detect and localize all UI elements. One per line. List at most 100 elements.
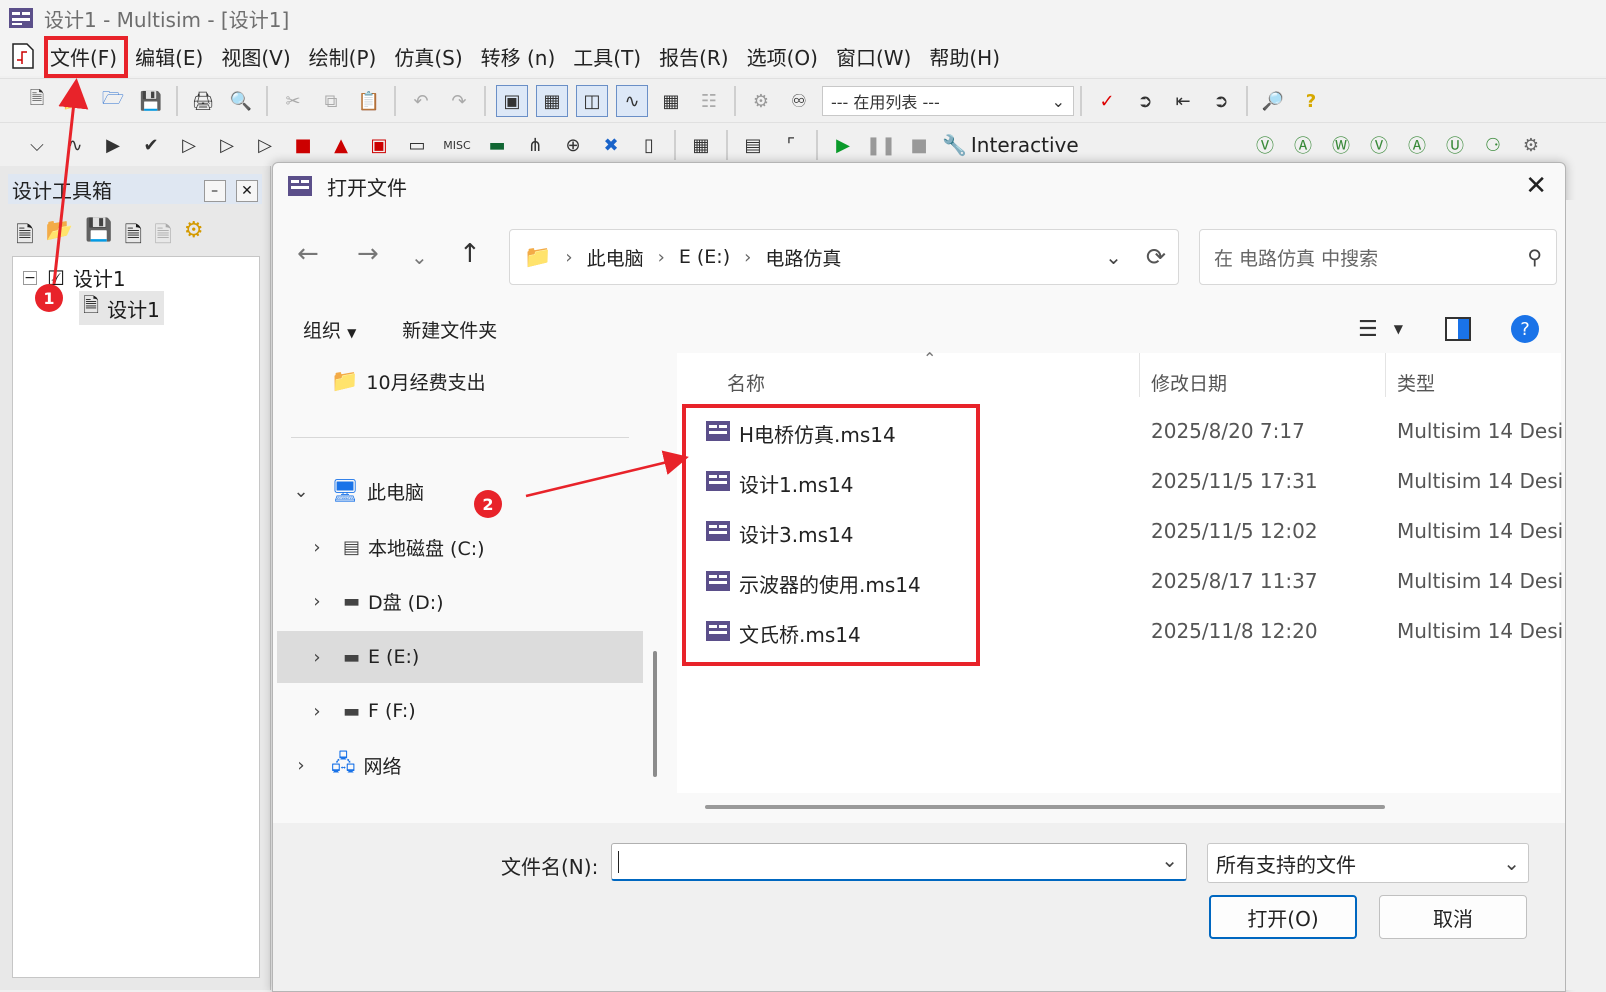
probe-power-icon[interactable]: Ⓦ — [1326, 130, 1356, 160]
project-settings-icon[interactable]: ⚙ — [184, 218, 204, 256]
filename-input[interactable]: ⌄ — [611, 843, 1187, 881]
breadcrumb-current-folder[interactable]: 电路仿真 — [765, 244, 841, 271]
rf-antenna-icon[interactable]: ⋔ — [520, 130, 550, 160]
menu-help[interactable]: 帮助(H) — [929, 42, 1000, 71]
new-folder-button[interactable]: 新建文件夹 — [402, 316, 497, 343]
grapher-icon[interactable]: ∿ — [616, 85, 648, 117]
help-question-icon[interactable]: ? — [1296, 86, 1326, 116]
breadcrumb-this-pc[interactable]: 此电脑 — [587, 244, 644, 271]
menu-tools[interactable]: 工具(T) — [573, 42, 641, 71]
find-examples-icon[interactable]: 🔎 — [1258, 86, 1288, 116]
collapsed-chevron-icon[interactable]: › — [307, 591, 327, 612]
close-icon[interactable]: ✕ — [1525, 171, 1547, 201]
copy-icon[interactable]: ⧉ — [316, 86, 346, 116]
interactive-mode-button[interactable]: 🔧 Interactive — [942, 133, 1079, 157]
close-icon[interactable]: ✕ — [236, 180, 258, 202]
ni-component-icon[interactable]: ✖ — [596, 130, 626, 160]
mixed-icon[interactable]: ▲ — [326, 130, 356, 160]
file-list-horizontal-scrollbar[interactable] — [705, 805, 1385, 809]
view-options-icon[interactable]: ☰ — [1358, 317, 1378, 342]
refresh-icon[interactable]: ⟳ — [1146, 243, 1166, 271]
probe-differential-icon[interactable]: Ⓥ — [1364, 130, 1394, 160]
transfer-to-ultiboard-icon[interactable]: ➲ — [1130, 86, 1160, 116]
menu-reports[interactable]: 报告(R) — [659, 42, 729, 71]
bus-icon[interactable]: ▤ — [738, 130, 768, 160]
undo-icon[interactable]: ↶ — [406, 86, 436, 116]
menu-options[interactable]: 选项(O) — [747, 42, 818, 71]
source-icon[interactable]: ⌵ — [22, 130, 52, 160]
organize-button[interactable]: 组织 ▼ — [303, 316, 356, 343]
advanced-peripherals-icon[interactable]: ▬ — [482, 130, 512, 160]
menu-edit[interactable]: 编辑(E) — [135, 42, 203, 71]
power-component-icon[interactable]: ▭ — [402, 130, 432, 160]
stop-simulation-icon[interactable]: ■ — [904, 130, 934, 160]
electromechanical-icon[interactable]: ⊕ — [558, 130, 588, 160]
breadcrumb-drive-e[interactable]: E (E:) — [679, 246, 730, 268]
delete-sheet-icon[interactable]: 🗎 — [154, 218, 172, 256]
paste-icon[interactable]: 📋 — [354, 86, 384, 116]
cancel-button[interactable]: 取消 — [1379, 895, 1527, 939]
schematic-doc-icon[interactable] — [10, 42, 36, 70]
spreadsheet-view-icon[interactable]: ▦ — [536, 85, 568, 117]
nav-item-drive-e[interactable]: › ▬ E (E:) — [277, 631, 643, 683]
help-icon[interactable]: ? — [1511, 315, 1539, 343]
cut-icon[interactable]: ✂ — [278, 86, 308, 116]
file-type-dropdown[interactable]: 所有支持的文件 ⌄ — [1207, 843, 1529, 883]
preview-pane-icon[interactable] — [1445, 317, 1471, 341]
save-icon[interactable]: 💾 — [136, 86, 166, 116]
column-header-date[interactable]: 修改日期 — [1151, 369, 1227, 396]
probe-zoom-icon[interactable]: ⚆ — [1478, 130, 1508, 160]
nav-item-drive-f[interactable]: › ▬ F (F:) — [277, 687, 643, 735]
collapsed-chevron-icon[interactable]: › — [291, 755, 311, 776]
transistor-icon[interactable]: ✔ — [136, 130, 166, 160]
new-file-icon[interactable]: 🗎 — [16, 218, 34, 256]
menu-place[interactable]: 绘制(P) — [309, 42, 377, 71]
in-use-list-dropdown[interactable]: --- 在用列表 --- ⌄ — [822, 86, 1074, 116]
recent-locations-chevron-icon[interactable]: ⌄ — [411, 245, 428, 269]
component-wizard-icon[interactable]: ⚙ — [746, 86, 776, 116]
menu-window[interactable]: 窗口(W) — [836, 42, 911, 71]
design-toolbox-toggle-icon[interactable]: ▣ — [496, 85, 528, 117]
ttl-icon[interactable]: ▷ — [212, 130, 242, 160]
nav-item-network[interactable]: › 🖧 网络 — [277, 741, 643, 789]
diode-icon[interactable]: ▶ — [98, 130, 128, 160]
nav-item-drive-c[interactable]: › ▤ 本地磁盘 (C:) — [277, 523, 643, 571]
expanded-chevron-icon[interactable]: ⌄ — [291, 481, 311, 502]
new-subcircuit-icon[interactable]: 🗎 — [125, 218, 143, 256]
back-annotate-icon[interactable]: ➲ — [1206, 86, 1236, 116]
address-bar[interactable]: 📁 › 此电脑 › E (E:) › 电路仿真 ⌄ ⟳ — [509, 229, 1179, 285]
probe-reference-icon[interactable]: Ⓐ — [1402, 130, 1432, 160]
minimize-icon[interactable]: – — [203, 180, 226, 202]
open-folder-icon[interactable]: 📂 — [60, 86, 90, 116]
breadboard-icon[interactable]: ☷ — [694, 86, 724, 116]
pause-simulation-icon[interactable]: ❚❚ — [866, 130, 896, 160]
collapsed-chevron-icon[interactable]: › — [307, 647, 327, 668]
database-manager-icon[interactable]: ▦ — [656, 86, 686, 116]
redo-icon[interactable]: ↷ — [444, 86, 474, 116]
nav-item-drive-d[interactable]: › ▬ D盘 (D:) — [277, 577, 643, 625]
hierarchy-icon[interactable]: ♾ — [784, 86, 814, 116]
menu-simulate[interactable]: 仿真(S) — [394, 42, 462, 71]
tree-item-child[interactable]: 🗎 设计1 — [79, 291, 164, 325]
nav-item-folder[interactable]: 📁 10月经费支出 — [277, 357, 643, 405]
hierarchical-block-icon[interactable]: ▦ — [686, 130, 716, 160]
probe-settings-gear-icon[interactable]: ⚙ — [1516, 130, 1546, 160]
open-sample-icon[interactable]: 🗁 — [98, 86, 128, 116]
probe-voltage-icon[interactable]: Ⓥ — [1250, 130, 1280, 160]
indicator-icon[interactable]: ▣ — [364, 130, 394, 160]
search-box[interactable]: 在 电路仿真 中搜索 ⚲ — [1199, 229, 1557, 285]
wire-icon[interactable]: ⌜ — [776, 130, 806, 160]
column-header-type[interactable]: 类型 — [1397, 369, 1435, 396]
new-file-icon[interactable]: 🗎 — [22, 86, 52, 116]
nav-item-this-pc[interactable]: ⌄ 🖥 此电脑 — [277, 467, 643, 515]
basic-resistor-icon[interactable]: ∿ — [60, 130, 90, 160]
column-header-name[interactable]: 名称 — [727, 369, 765, 396]
save-icon[interactable]: 💾 — [85, 218, 112, 256]
properties-icon[interactable]: ◫ — [576, 85, 608, 117]
open-button[interactable]: 打开(O) — [1209, 895, 1357, 939]
connector-icon[interactable]: ▯ — [634, 130, 664, 160]
back-arrow-icon[interactable]: ← — [297, 239, 319, 269]
analog-opamp-icon[interactable]: ▷ — [174, 130, 204, 160]
up-arrow-icon[interactable]: ↑ — [459, 239, 481, 269]
address-dropdown-chevron-icon[interactable]: ⌄ — [1105, 245, 1122, 269]
